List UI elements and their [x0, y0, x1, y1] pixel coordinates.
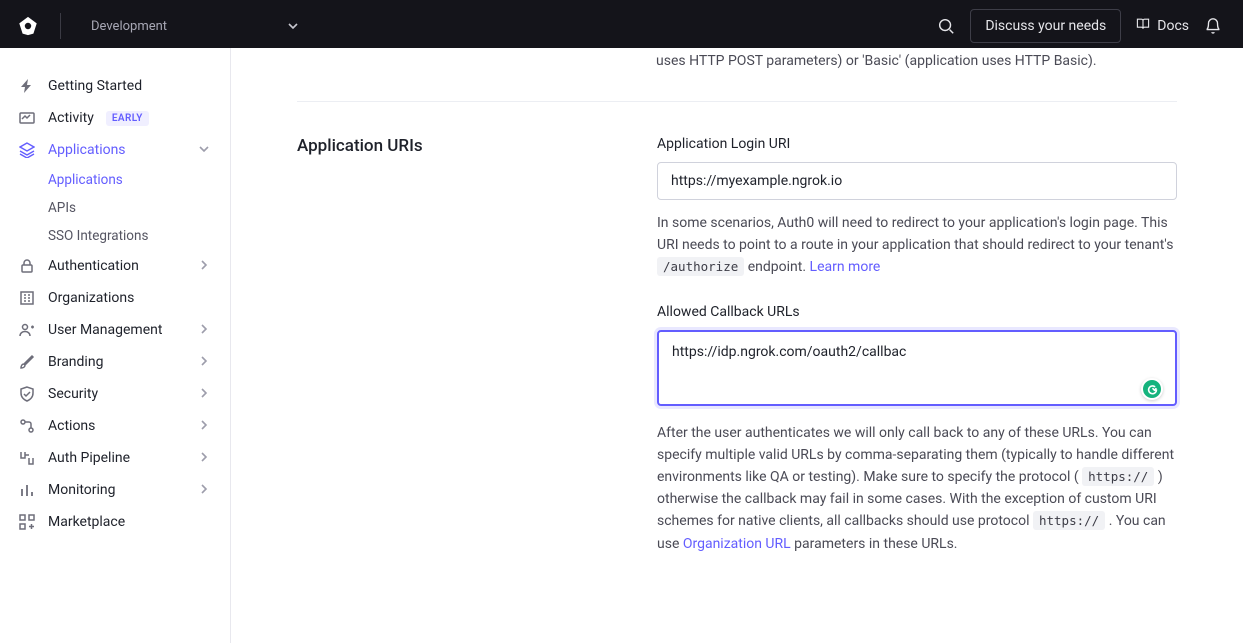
nav-applications[interactable]: Applications [0, 134, 230, 166]
subnav-applications[interactable]: Applications [30, 166, 230, 194]
chevron-right-icon [198, 259, 212, 273]
nav-label: Monitoring [48, 482, 116, 498]
docs-link[interactable]: Docs [1135, 16, 1189, 36]
chevron-right-icon [198, 419, 212, 433]
early-badge: EARLY [106, 111, 149, 126]
discuss-button[interactable]: Discuss your needs [970, 9, 1121, 43]
callback-helper: After the user authenticates we will onl… [657, 422, 1177, 555]
activity-icon [18, 109, 36, 127]
org-url-link[interactable]: Organization URL [683, 536, 791, 552]
nav-label: Organizations [48, 290, 134, 306]
prev-section-helper: uses HTTP POST parameters) or 'Basic' (a… [656, 48, 1177, 73]
chevron-right-icon [198, 483, 212, 497]
nav-label: User Management [48, 322, 162, 338]
login-uri-label: Application Login URI [657, 136, 1177, 152]
chevron-down-icon [287, 20, 299, 32]
users-icon [18, 321, 36, 339]
code-https-1: https:// [1082, 467, 1154, 486]
nav-label: Actions [48, 418, 95, 434]
section-title: Application URIs [297, 136, 617, 581]
shield-icon [18, 385, 36, 403]
bell-icon[interactable] [1203, 16, 1223, 36]
subnav-sso[interactable]: SSO Integrations [30, 222, 230, 250]
nav-user-management[interactable]: User Management [0, 314, 230, 346]
nav-marketplace[interactable]: Marketplace [0, 506, 230, 538]
main-content: uses HTTP POST parameters) or 'Basic' (a… [231, 48, 1243, 643]
nav-organizations[interactable]: Organizations [0, 282, 230, 314]
subnav-apis[interactable]: APIs [30, 194, 230, 222]
section-divider [297, 101, 1177, 102]
layers-icon [18, 141, 36, 159]
code-https-2: https:// [1033, 511, 1105, 530]
chevron-right-icon [198, 323, 212, 337]
nav-label: Activity [48, 110, 94, 126]
chevron-right-icon [198, 355, 212, 369]
flow-icon [18, 417, 36, 435]
nav-monitoring[interactable]: Monitoring [0, 474, 230, 506]
nav-branding[interactable]: Branding [0, 346, 230, 378]
learn-more-link[interactable]: Learn more [810, 259, 881, 275]
callback-textarea[interactable] [657, 330, 1177, 406]
nav-label: Auth Pipeline [48, 450, 130, 466]
nav-security[interactable]: Security [0, 378, 230, 410]
nav-label: Applications [48, 142, 126, 158]
applications-subnav: Applications APIs SSO Integrations [0, 166, 230, 250]
docs-label: Docs [1157, 18, 1189, 34]
sidebar: Getting Started Activity EARLY Applicati… [0, 48, 231, 643]
grammarly-icon[interactable] [1141, 378, 1163, 400]
divider [60, 13, 61, 39]
tenant-env: Development [91, 19, 167, 34]
tenant-switcher[interactable]: Development [81, 11, 309, 40]
nav-label: APIs [48, 200, 76, 216]
brush-icon [18, 353, 36, 371]
nav-activity[interactable]: Activity EARLY [0, 102, 230, 134]
bolt-icon [18, 77, 36, 95]
chevron-right-icon [198, 451, 212, 465]
code-authorize: /authorize [657, 257, 744, 276]
grid-plus-icon [18, 513, 36, 531]
field-login-uri: Application Login URI In some scenarios,… [657, 136, 1177, 278]
nav-label: Authentication [48, 258, 139, 274]
chevron-down-icon [198, 143, 212, 157]
nav-label: Getting Started [48, 78, 142, 94]
building-icon [18, 289, 36, 307]
topbar-left: Development [0, 11, 309, 40]
lock-icon [18, 257, 36, 275]
chart-icon [18, 481, 36, 499]
auth0-logo[interactable] [16, 14, 40, 38]
topbar-right: Discuss your needs Docs [936, 9, 1243, 43]
nav-label: Applications [48, 172, 123, 188]
nav-label: Security [48, 386, 98, 402]
search-icon[interactable] [936, 16, 956, 36]
nav-label: Marketplace [48, 514, 125, 530]
pipeline-icon [18, 449, 36, 467]
topbar: Development Discuss your needs Docs [0, 0, 1243, 48]
nav-auth-pipeline[interactable]: Auth Pipeline [0, 442, 230, 474]
login-uri-helper: In some scenarios, Auth0 will need to re… [657, 212, 1177, 278]
chevron-right-icon [198, 387, 212, 401]
nav-authentication[interactable]: Authentication [0, 250, 230, 282]
callback-label: Allowed Callback URLs [657, 304, 1177, 320]
nav-label: SSO Integrations [48, 228, 148, 244]
nav-getting-started[interactable]: Getting Started [0, 70, 230, 102]
book-icon [1135, 16, 1151, 36]
login-uri-input[interactable] [657, 162, 1177, 200]
field-callback-urls: Allowed Callback URLs After the user aut… [657, 304, 1177, 555]
nav-label: Branding [48, 354, 103, 370]
nav-actions[interactable]: Actions [0, 410, 230, 442]
